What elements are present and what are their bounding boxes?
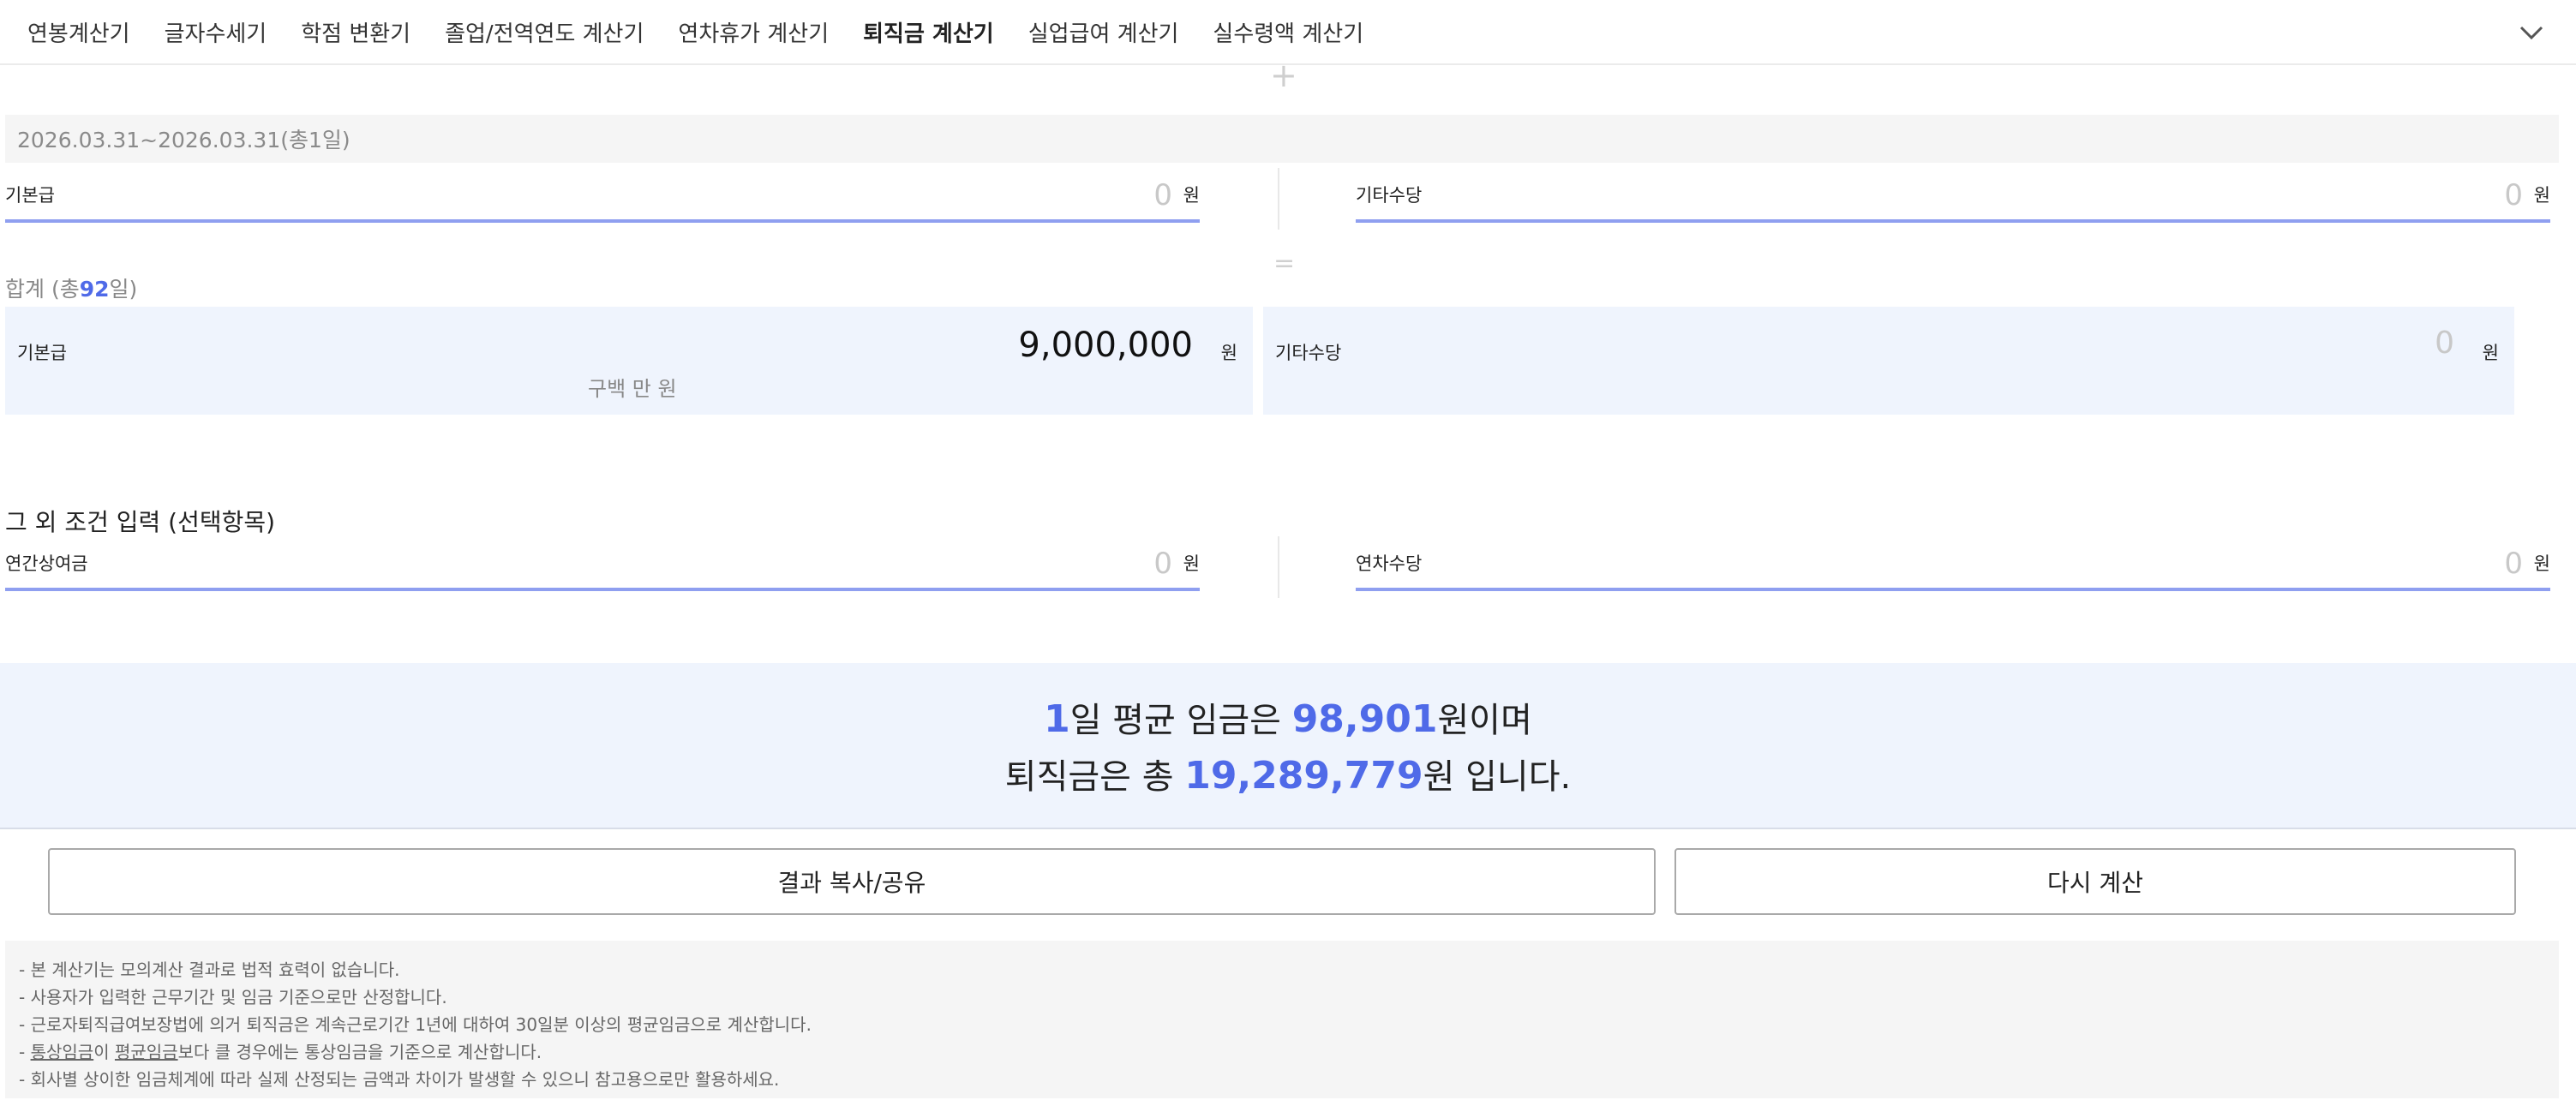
equals-icon: = [1273, 248, 1297, 278]
other-allowance-label: 기타수당 [1356, 185, 1423, 206]
chevron-down-icon[interactable] [2516, 17, 2547, 48]
divider [1278, 168, 1279, 230]
severance-amount: 19,289,779 [1184, 754, 1423, 798]
notice-item: - 통상임금이 평균임금보다 클 경우에는 통상임금을 기준으로 계산합니다. [19, 1038, 2545, 1066]
ordinary-wage-link[interactable]: 통상임금 [31, 1042, 94, 1062]
tab-graduation-discharge-calculator[interactable]: 졸업/전역연도 계산기 [445, 16, 644, 48]
summary-title: 합계 (총92일) [5, 272, 137, 303]
tab-unemployment-benefit-calculator[interactable]: 실업급여 계산기 [1028, 16, 1179, 48]
severance-line: 퇴직금은 총 19,289,779원 입니다. [0, 749, 2576, 798]
notice-box: - 본 계산기는 모의계산 결과로 법적 효력이 없습니다. - 사용자가 입력… [5, 941, 2559, 1098]
tab-take-home-pay-calculator[interactable]: 실수령액 계산기 [1213, 16, 1363, 48]
notice-text: - [19, 1042, 31, 1062]
summary-prefix: 합계 (총 [5, 277, 80, 302]
annual-leave-pay-field[interactable]: 연차수당 0 원 [1356, 531, 2550, 591]
result-text: 퇴직금은 총 [1004, 757, 1185, 797]
result-text: 원이며 [1437, 701, 1532, 740]
base-pay-label: 기본급 [5, 185, 55, 206]
tab-character-counter[interactable]: 글자수세기 [165, 16, 267, 48]
annual-leave-pay-input[interactable]: 0 [2504, 547, 2523, 581]
summary-base-pay-value: 9,000,000 [1018, 326, 1193, 365]
summary-base-pay-korean: 구백 만 원 [588, 377, 677, 401]
result-text: 원 입니다. [1423, 757, 1572, 797]
average-daily-wage: 98,901 [1291, 697, 1438, 741]
annual-bonus-label: 연간상여금 [5, 553, 88, 574]
result-days: 1 [1044, 697, 1070, 741]
summary-base-pay-box: 기본급 9,000,000 원 구백 만 원 [5, 307, 1253, 415]
work-period: 2026.03.31~2026.03.31(총1일) [5, 115, 2559, 163]
tab-annual-leave-calculator[interactable]: 연차휴가 계산기 [678, 16, 829, 48]
calculator-tabs: 연봉계산기 글자수세기 학점 변환기 졸업/전역연도 계산기 연차휴가 계산기 … [27, 0, 1398, 63]
result-panel: 1일 평균 임금은 98,901원이며 퇴직금은 총 19,289,779원 입… [0, 663, 2576, 829]
notice-text: 이 [93, 1042, 115, 1062]
base-pay-unit: 원 [1183, 185, 1200, 206]
summary-base-pay-unit: 원 [1220, 343, 1237, 363]
recalculate-button[interactable]: 다시 계산 [1674, 848, 2516, 915]
copy-share-button[interactable]: 결과 복사/공유 [48, 848, 1656, 915]
summary-suffix: 일) [109, 277, 138, 302]
summary-other-allowance-value: 0 [2435, 326, 2454, 361]
divider [1278, 536, 1279, 598]
other-allowance-input[interactable]: 0 [2504, 178, 2523, 212]
summary-base-pay-label: 기본급 [17, 343, 67, 363]
notice-item: - 본 계산기는 모의계산 결과로 법적 효력이 없습니다. [19, 960, 400, 980]
tab-gpa-converter[interactable]: 학점 변환기 [301, 16, 410, 48]
summary-days: 92 [79, 277, 110, 302]
annual-leave-pay-label: 연차수당 [1356, 553, 1423, 574]
annual-leave-pay-unit: 원 [2533, 553, 2550, 574]
annual-bonus-field[interactable]: 연간상여금 0 원 [5, 531, 1200, 591]
base-pay-field[interactable]: 기본급 0 원 [5, 163, 1200, 223]
notice-item: - 사용자가 입력한 근무기간 및 임금 기준으로만 산정합니다. [19, 987, 447, 1007]
tab-salary-calculator[interactable]: 연봉계산기 [27, 16, 130, 48]
top-nav: 연봉계산기 글자수세기 학점 변환기 졸업/전역연도 계산기 연차휴가 계산기 … [0, 0, 2576, 65]
annual-bonus-input[interactable]: 0 [1153, 547, 1172, 581]
other-allowance-unit: 원 [2533, 185, 2550, 206]
summary-other-allowance-unit: 원 [2482, 343, 2499, 363]
base-pay-input[interactable]: 0 [1153, 178, 1172, 212]
average-wage-link[interactable]: 평균임금 [115, 1042, 178, 1062]
annual-bonus-unit: 원 [1183, 553, 1200, 574]
notice-item: - 근로자퇴직급여보장법에 의거 퇴직금은 계속근로기간 1년에 대하여 30일… [19, 1014, 812, 1035]
average-wage-line: 1일 평균 임금은 98,901원이며 [0, 692, 2576, 742]
other-allowance-field[interactable]: 기타수당 0 원 [1356, 163, 2550, 223]
tab-severance-calculator[interactable]: 퇴직금 계산기 [863, 16, 994, 48]
summary-other-allowance-box: 기타수당 0 원 [1263, 307, 2514, 415]
result-text: 일 평균 임금은 [1069, 701, 1292, 740]
notice-text: 보다 클 경우에는 통상임금을 기준으로 계산합니다. [177, 1042, 542, 1062]
notice-item: - 회사별 상이한 임금체계에 따라 실제 산정되는 금액과 차이가 발생할 수… [19, 1069, 780, 1090]
add-period-icon[interactable]: + [1270, 58, 1297, 93]
summary-other-allowance-label: 기타수당 [1275, 343, 1342, 363]
